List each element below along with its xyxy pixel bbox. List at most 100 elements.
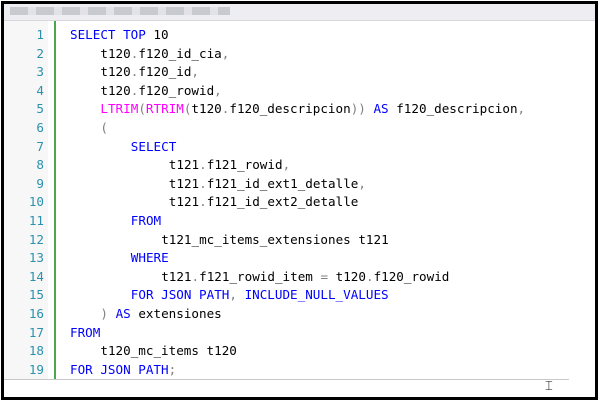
code-token: 10 xyxy=(145,27,169,42)
code-token: RTRIM xyxy=(145,101,184,117)
code-text: t120.f120_id_cia, xyxy=(100,45,229,64)
code-token: , xyxy=(358,175,366,191)
line-number: 8 xyxy=(36,157,44,173)
code-text: t120.f120_id, xyxy=(100,63,199,82)
line-number: 14 xyxy=(28,268,44,284)
code-token: FOR JSON PATH xyxy=(70,361,169,377)
code-token: f120_rowid xyxy=(373,268,450,284)
code-line[interactable]: 9 t121.f121_id_ext1_detalle, xyxy=(4,175,569,194)
code-token: . xyxy=(199,157,207,173)
line-number: 1 xyxy=(36,27,44,42)
code-line[interactable]: 8 t121.f121_rowid, xyxy=(4,156,569,175)
code-token: , xyxy=(214,82,222,98)
code-token: t121 xyxy=(168,175,200,191)
code-token: f121_id_ext1_detalle xyxy=(206,175,359,191)
code-text: LTRIM(RTRIM(t120.f120_descripcion)) AS f… xyxy=(100,100,525,119)
code-text: ) AS extensiones xyxy=(100,305,221,324)
code-token: FROM xyxy=(70,324,101,340)
line-number: 15 xyxy=(28,287,44,303)
line-number: 5 xyxy=(36,101,44,117)
i-beam-cursor-icon: ⌶ xyxy=(545,379,553,394)
code-token: , xyxy=(191,64,199,80)
code-token: f121_rowid xyxy=(206,157,283,173)
code-token: f120_id xyxy=(138,64,192,80)
code-line[interactable]: 12 t121_mc_items_extensiones t121 xyxy=(4,231,569,250)
code-text: SELECT xyxy=(131,138,177,157)
code-token: . xyxy=(199,175,207,191)
code-line[interactable]: 4 t120.f120_rowid, xyxy=(4,82,569,101)
code-line[interactable]: 13 WHERE xyxy=(4,249,569,268)
code-line[interactable]: 1 SELECT TOP 10 xyxy=(4,26,569,45)
code-line[interactable]: 19 FOR JSON PATH; xyxy=(4,361,569,380)
code-token: ( xyxy=(100,120,108,135)
code-token: t121_mc_items_extensiones t121 xyxy=(161,231,389,247)
code-token: LTRIM xyxy=(100,101,139,117)
code-token: , xyxy=(282,157,291,173)
code-line[interactable]: 5 LTRIM(RTRIM(t120.f120_descripcion)) AS … xyxy=(4,100,569,119)
editor-tab-strip xyxy=(4,4,595,21)
code-token: = xyxy=(320,268,329,284)
code-text: t121.f121_rowid, xyxy=(169,156,290,175)
code-text: t121_mc_items_extensiones t121 xyxy=(161,231,388,250)
code-line[interactable]: 16 ) AS extensiones xyxy=(4,305,569,324)
code-token: f120_descripcion xyxy=(229,101,351,117)
code-line[interactable]: 6( xyxy=(4,119,569,138)
code-token: t120_mc_items t120 xyxy=(100,343,237,359)
code-token: t120 xyxy=(100,82,131,98)
code-token: INCLUDE_NULL_VALUES xyxy=(244,287,389,303)
code-text: t121.f121_rowid_item = t120.f120_rowid xyxy=(161,268,449,287)
code-token: , xyxy=(221,45,230,61)
code-token: t121 xyxy=(161,268,192,284)
code-token: t121 xyxy=(168,194,200,210)
code-token: . xyxy=(199,194,207,210)
code-token: t120 xyxy=(100,45,131,61)
code-token: f120_rowid xyxy=(138,82,215,98)
code-token: t121 xyxy=(168,157,200,173)
code-line[interactable]: 15 FOR JSON PATH, INCLUDE_NULL_VALUES xyxy=(4,286,569,305)
code-token: f121_rowid_item xyxy=(199,268,321,284)
line-number: 19 xyxy=(28,361,44,377)
code-token: SELECT xyxy=(130,138,177,154)
code-token: ( xyxy=(138,101,146,117)
code-text: FROM xyxy=(70,324,100,343)
line-number: 12 xyxy=(28,231,44,247)
code-line[interactable]: 17 FROM xyxy=(4,324,569,343)
code-token: FROM xyxy=(130,213,162,228)
blurred-tab-title xyxy=(10,7,230,15)
sql-editor-window: 1 SELECT TOP 10 2 t120.f120_id_cia, 3 t120.f1… xyxy=(1,1,598,400)
code-token: f120_descripcion xyxy=(388,101,518,117)
code-token: ; xyxy=(168,361,177,377)
code-line[interactable]: 3 t120.f120_id, xyxy=(4,63,569,82)
code-token: . xyxy=(365,268,374,284)
code-token: WHERE xyxy=(130,250,169,266)
code-token: SELECT TOP xyxy=(70,27,146,42)
code-line[interactable]: 7 SELECT xyxy=(4,138,569,157)
code-token: . xyxy=(191,268,200,284)
line-number: 17 xyxy=(28,324,44,340)
line-number: 2 xyxy=(36,45,44,61)
code-token: AS xyxy=(373,101,389,117)
code-token: t120 xyxy=(100,64,131,80)
line-number: 16 xyxy=(28,306,44,321)
code-text: FOR JSON PATH; xyxy=(70,361,176,380)
code-line[interactable]: 14 t121.f121_rowid_item = t120.f120_rowid xyxy=(4,268,569,287)
code-editor[interactable]: 1 SELECT TOP 10 2 t120.f120_id_cia, 3 t120.f1… xyxy=(4,21,569,380)
code-text: SELECT TOP 10 xyxy=(70,26,169,45)
code-line[interactable]: 2 t120.f120_id_cia, xyxy=(4,45,569,64)
code-token: AS xyxy=(115,306,131,321)
code-line[interactable]: 10 t121.f121_id_ext2_detalle xyxy=(4,193,569,212)
line-number: 6 xyxy=(36,120,44,135)
line-number: 3 xyxy=(36,64,44,80)
code-line[interactable]: 11 FROM xyxy=(4,212,569,231)
code-text: ( xyxy=(100,119,108,138)
code-line[interactable]: 18 t120_mc_items t120 xyxy=(4,342,569,361)
vertical-scroll-area[interactable] xyxy=(569,21,592,379)
code-text: t121.f121_id_ext2_detalle xyxy=(169,193,359,212)
code-token: t120 xyxy=(191,101,222,117)
line-number: 13 xyxy=(28,250,44,266)
code-text: t121.f121_id_ext1_detalle, xyxy=(169,175,366,194)
code-token: , xyxy=(229,287,237,303)
code-text: FROM xyxy=(131,212,161,231)
